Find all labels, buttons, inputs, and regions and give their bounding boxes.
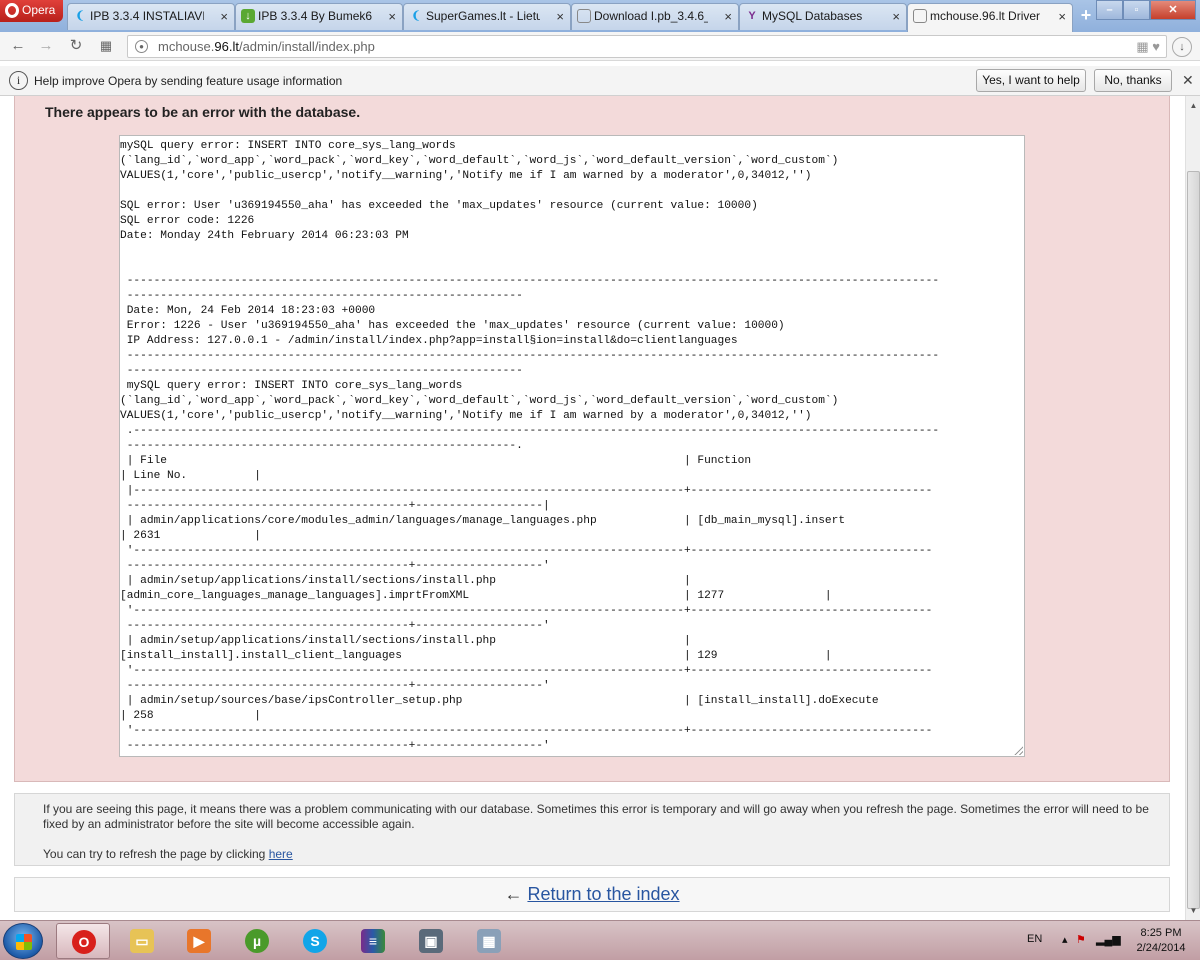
tab-ipb-bumek[interactable]: ↓ IPB 3.3.4 By Bumek662 ×: [235, 3, 403, 30]
network-tool-icon: ▣: [419, 929, 443, 953]
taskbar-network-tool[interactable]: ▣: [404, 923, 458, 959]
error-title: There appears to be an error with the da…: [45, 104, 361, 120]
system-clock[interactable]: 8:25 PM 2/24/2014: [1128, 926, 1194, 956]
help-text: If you are seeing this page, it means th…: [43, 802, 1149, 831]
resize-grip-icon[interactable]: [1014, 746, 1023, 755]
windows-logo-icon: [16, 934, 32, 950]
taskbar-explorer[interactable]: ▭: [115, 923, 169, 959]
taskbar-winrar[interactable]: ≡: [346, 923, 400, 959]
scrollbar-thumb[interactable]: [1187, 171, 1200, 909]
return-to-index-link[interactable]: Return to the index: [527, 884, 679, 904]
opera-menu-button[interactable]: Opera: [0, 0, 63, 22]
close-tab-icon[interactable]: ×: [724, 4, 732, 29]
ipb-icon: ❨: [411, 10, 421, 22]
tab-ipb-instaliavima[interactable]: ❨ IPB 3.3.4 INSTALIAVIMA ×: [67, 3, 235, 30]
minimize-window-icon[interactable]: –: [1096, 0, 1123, 20]
forward-icon[interactable]: →: [36, 36, 56, 56]
error-panel: There appears to be an error with the da…: [14, 96, 1170, 782]
new-tab-icon[interactable]: +: [1075, 6, 1097, 26]
close-window-icon[interactable]: ✕: [1150, 0, 1196, 20]
taskbar-skype[interactable]: S: [288, 923, 342, 959]
refresh-hint: You can try to refresh the page by click…: [43, 847, 293, 861]
close-tab-icon[interactable]: ×: [892, 4, 900, 29]
media-player-icon: ▶: [187, 929, 211, 953]
skype-icon: S: [303, 929, 327, 953]
url-text[interactable]: mchouse.96.lt/admin/install/index.php: [158, 39, 375, 54]
feature-usage-infobar: i Help improve Opera by sending feature …: [0, 66, 1200, 96]
page-icon: [913, 9, 927, 23]
back-icon[interactable]: ←: [8, 36, 28, 56]
opera-icon: O: [72, 930, 96, 954]
mysql-icon: Y: [748, 10, 756, 22]
error-details-text: mySQL query error: INSERT INTO core_sys_…: [120, 140, 940, 752]
error-details-textarea[interactable]: mySQL query error: INSERT INTO core_sys_…: [119, 135, 1025, 757]
page-content: There appears to be an error with the da…: [0, 96, 1185, 920]
opera-logo-icon: [5, 3, 19, 18]
calculator-icon: ▦: [477, 929, 501, 953]
maximize-window-icon[interactable]: ▫: [1123, 0, 1150, 20]
show-hidden-icons-icon[interactable]: ▴: [1062, 933, 1068, 946]
network-signal-icon[interactable]: ▂▄▆: [1096, 933, 1121, 946]
ipb-icon: ❨: [75, 10, 85, 22]
language-indicator[interactable]: EN: [1027, 933, 1042, 945]
page-icon: [577, 9, 591, 23]
tab-mysql-databases[interactable]: Y MySQL Databases ×: [739, 3, 907, 30]
folder-icon: ▭: [130, 929, 154, 953]
clock-date: 2/24/2014: [1136, 942, 1186, 954]
yes-help-button[interactable]: Yes, I want to help: [976, 69, 1086, 92]
taskbar-utorrent[interactable]: µ: [230, 923, 284, 959]
address-toolbar: ← → ↻ ▦ ● mchouse.96.lt/admin/install/in…: [0, 32, 1200, 61]
vertical-scrollbar[interactable]: ▲ ▼: [1185, 96, 1200, 920]
close-tab-icon[interactable]: ×: [1058, 4, 1066, 29]
winrar-icon: ≡: [361, 929, 385, 953]
refresh-link[interactable]: here: [269, 847, 293, 861]
utorrent-icon: µ: [245, 929, 269, 953]
reload-icon[interactable]: ↻: [66, 36, 86, 56]
download-icon: ↓: [241, 9, 255, 23]
speed-dial-icon[interactable]: ▦: [96, 36, 116, 56]
address-bar[interactable]: ● mchouse.96.lt/admin/install/index.php …: [127, 35, 1167, 58]
tab-download-ipb[interactable]: Download I.pb_3.4.6_Er ×: [571, 3, 739, 30]
close-infobar-icon[interactable]: ✕: [1182, 72, 1194, 89]
info-icon: i: [9, 71, 28, 90]
taskbar-opera[interactable]: O: [56, 923, 110, 959]
windows-taskbar: O ▭ ▶ µ S ≡ ▣ ▦ EN ▴ ⚑ ▂▄▆ 8:25 PM 2/24/…: [0, 920, 1200, 960]
infobar-message: Help improve Opera by sending feature us…: [34, 74, 343, 88]
taskbar-calculator[interactable]: ▦: [462, 923, 516, 959]
browser-tab-bar: Opera ❨ IPB 3.3.4 INSTALIAVIMA × ↓ IPB 3…: [0, 0, 1200, 32]
no-thanks-button[interactable]: No, thanks: [1094, 69, 1172, 92]
start-button[interactable]: [3, 923, 43, 959]
bookmark-heart-icon[interactable]: ▦ ♥: [1136, 39, 1160, 55]
help-panel: If you are seeing this page, it means th…: [14, 793, 1170, 866]
site-info-icon[interactable]: ●: [135, 40, 148, 53]
close-tab-icon[interactable]: ×: [556, 4, 564, 29]
download-manager-icon[interactable]: ↓: [1172, 37, 1192, 57]
left-arrow-icon: ←: [504, 884, 523, 904]
return-bar: ← Return to the index: [14, 877, 1170, 912]
tab-supergames[interactable]: ❨ SuperGames.lt - Lietuvi ×: [403, 3, 571, 30]
action-center-flag-icon[interactable]: ⚑: [1076, 933, 1086, 946]
scroll-down-icon[interactable]: ▼: [1186, 903, 1200, 918]
scroll-up-icon[interactable]: ▲: [1186, 98, 1200, 113]
tab-mchouse-driver-error[interactable]: mchouse.96.lt Driver Err ×: [907, 3, 1073, 32]
close-tab-icon[interactable]: ×: [388, 4, 396, 29]
taskbar-media-player[interactable]: ▶: [172, 923, 226, 959]
close-tab-icon[interactable]: ×: [220, 4, 228, 29]
clock-time: 8:25 PM: [1140, 927, 1182, 939]
